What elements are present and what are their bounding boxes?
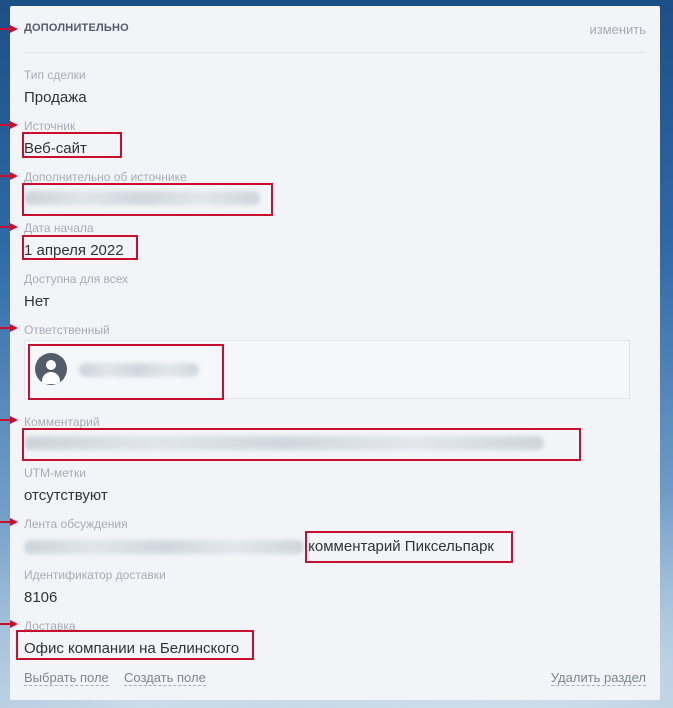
annotation-arrow-icon	[0, 25, 18, 33]
annotation-box-delivery	[16, 630, 254, 660]
field-label: Источник	[24, 119, 76, 133]
field-value: Нет	[24, 293, 50, 310]
annotation-arrow-icon	[0, 416, 18, 424]
choose-field-link[interactable]: Выбрать поле	[24, 670, 109, 686]
field-value: Продажа	[24, 89, 87, 106]
annotation-box-source-info	[22, 183, 273, 216]
field-label: Тип сделки	[24, 68, 86, 82]
annotation-box-feed	[305, 531, 513, 563]
field-label: Лента обсуждения	[24, 517, 128, 531]
edit-section-link[interactable]: изменить	[589, 22, 646, 37]
field-deal-type: Тип сделки Продажа	[24, 68, 87, 107]
annotation-arrow-icon	[0, 172, 18, 180]
field-label: Ответственный	[24, 323, 110, 337]
create-field-link[interactable]: Создать поле	[124, 670, 206, 686]
field-label: Дополнительно об источнике	[24, 170, 187, 184]
field-label: Дата начала	[24, 221, 94, 235]
field-label: Доступна для всех	[24, 272, 129, 286]
field-label: Комментарий	[24, 415, 100, 429]
field-value: отсутствуют	[24, 487, 108, 504]
field-label: Идентификатор доставки	[24, 568, 166, 582]
section-title: ДОПОЛНИТЕЛЬНО	[24, 22, 129, 34]
field-responsible: Ответственный	[24, 323, 110, 337]
annotation-arrow-icon	[0, 620, 18, 628]
field-utm: UTM-метки отсутствуют	[24, 466, 108, 505]
annotation-arrow-icon	[0, 223, 18, 231]
annotation-box-responsible	[28, 344, 224, 400]
annotation-box-comment	[22, 428, 581, 461]
annotation-box-source	[22, 132, 122, 158]
section-header: ДОПОЛНИТЕЛЬНО изменить	[24, 22, 646, 53]
field-label: UTM-метки	[24, 466, 86, 480]
field-available-all: Доступна для всех Нет	[24, 272, 128, 311]
annotation-arrow-icon	[0, 518, 18, 526]
annotation-arrow-icon	[0, 324, 18, 332]
field-delivery-id: Идентификатор доставки 8106	[24, 568, 166, 607]
annotation-arrow-icon	[0, 121, 18, 129]
field-value: 8106	[24, 589, 58, 606]
delete-section-link[interactable]: Удалить раздел	[550, 670, 646, 686]
annotation-box-start-date	[22, 235, 138, 260]
feed-value-redacted	[24, 540, 304, 555]
